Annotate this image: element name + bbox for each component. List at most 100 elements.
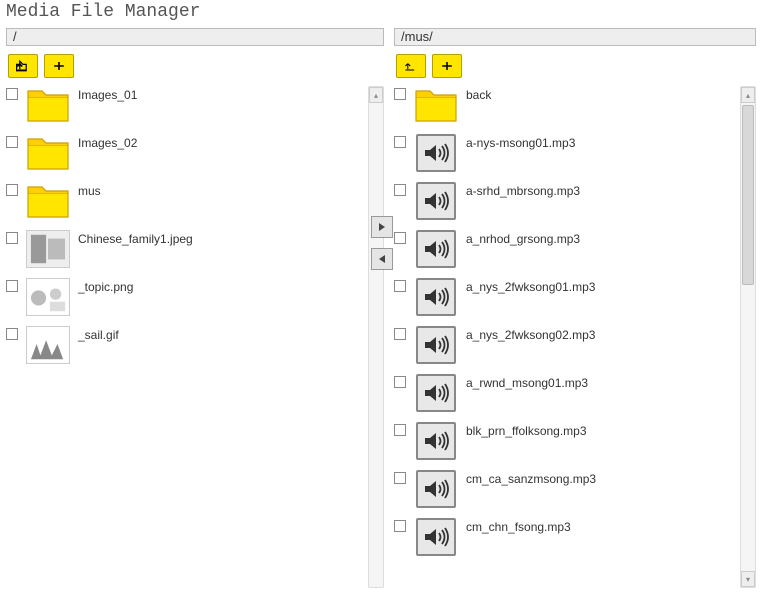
item-label: cm_ca_sanzmsong.mp3 (466, 470, 596, 486)
audio-thumb[interactable] (414, 278, 458, 316)
up-folder-button[interactable] (8, 54, 38, 78)
folder-icon (414, 87, 458, 123)
audio-icon (416, 326, 456, 364)
item-label: a_nrhod_grsong.mp3 (466, 230, 580, 246)
item-checkbox[interactable] (6, 88, 18, 100)
item-checkbox[interactable] (394, 136, 406, 148)
image-thumb[interactable] (26, 230, 70, 268)
list-item[interactable]: _sail.gif (6, 326, 362, 364)
item-checkbox[interactable] (394, 376, 406, 388)
item-checkbox[interactable] (394, 184, 406, 196)
left-toolbar (6, 46, 384, 86)
list-item[interactable]: Images_02 (6, 134, 362, 172)
folder-thumb[interactable] (26, 182, 70, 220)
left-scrollbar[interactable]: ▴ (368, 86, 384, 588)
item-checkbox[interactable] (394, 520, 406, 532)
scroll-down-icon[interactable]: ▾ (741, 571, 755, 587)
item-label: cm_chn_fsong.mp3 (466, 518, 571, 534)
audio-icon (416, 278, 456, 316)
transfer-buttons (371, 216, 393, 270)
scroll-up-icon[interactable]: ▴ (369, 87, 383, 103)
item-label: Images_01 (78, 86, 137, 102)
new-folder-button[interactable] (432, 54, 462, 78)
item-checkbox[interactable] (6, 280, 18, 292)
image-thumbnail (26, 278, 70, 316)
audio-thumb[interactable] (414, 134, 458, 172)
list-item[interactable]: a_nrhod_grsong.mp3 (394, 230, 734, 268)
audio-icon (416, 518, 456, 556)
list-item[interactable]: _topic.png (6, 278, 362, 316)
audio-thumb[interactable] (414, 422, 458, 460)
up-folder-button[interactable] (396, 54, 426, 78)
list-item[interactable]: back (394, 86, 734, 124)
item-checkbox[interactable] (394, 424, 406, 436)
right-toolbar (394, 46, 756, 86)
new-folder-button[interactable] (44, 54, 74, 78)
list-item[interactable]: a_nys_2fwksong01.mp3 (394, 278, 734, 316)
item-checkbox[interactable] (394, 472, 406, 484)
audio-icon (416, 422, 456, 460)
right-path-bar[interactable]: /mus/ (394, 28, 756, 46)
list-item[interactable]: a-nys-msong01.mp3 (394, 134, 734, 172)
image-thumb[interactable] (26, 326, 70, 364)
audio-icon (416, 134, 456, 172)
audio-thumb[interactable] (414, 374, 458, 412)
list-item[interactable]: cm_ca_sanzmsong.mp3 (394, 470, 734, 508)
page-title: Media File Manager (0, 0, 763, 28)
item-label: back (466, 86, 491, 102)
item-label: blk_prn_ffolksong.mp3 (466, 422, 587, 438)
item-checkbox[interactable] (394, 280, 406, 292)
item-checkbox[interactable] (394, 88, 406, 100)
list-item[interactable]: a_rwnd_msong01.mp3 (394, 374, 734, 412)
move-left-button[interactable] (371, 248, 393, 270)
item-checkbox[interactable] (6, 328, 18, 340)
item-label: _topic.png (78, 278, 133, 294)
audio-thumb[interactable] (414, 470, 458, 508)
audio-thumb[interactable] (414, 326, 458, 364)
list-item[interactable]: mus (6, 182, 362, 220)
triangle-left-icon (377, 254, 387, 264)
folder-icon (26, 183, 70, 219)
item-checkbox[interactable] (6, 136, 18, 148)
list-item[interactable]: a-srhd_mbrsong.mp3 (394, 182, 734, 220)
audio-icon (416, 230, 456, 268)
list-item[interactable]: blk_prn_ffolksong.mp3 (394, 422, 734, 460)
audio-thumb[interactable] (414, 230, 458, 268)
left-file-list: Images_01 Images_02mus Chinese_family1.jpe… (6, 86, 366, 588)
folder-thumb[interactable] (414, 86, 458, 124)
folder-icon (26, 87, 70, 123)
list-item[interactable]: Chinese_family1.jpeg (6, 230, 362, 268)
image-thumbnail (26, 326, 70, 364)
right-scrollbar[interactable]: ▴ ▾ (740, 86, 756, 588)
right-file-list: back a-nys-msong01.mp3 a-srhd_mbrsong.mp3a… (394, 86, 738, 588)
item-label: Chinese_family1.jpeg (78, 230, 193, 246)
folder-thumb[interactable] (26, 134, 70, 172)
list-item[interactable]: a_nys_2fwksong02.mp3 (394, 326, 734, 364)
audio-thumb[interactable] (414, 182, 458, 220)
move-right-button[interactable] (371, 216, 393, 238)
item-label: a_nys_2fwksong02.mp3 (466, 326, 595, 342)
folder-thumb[interactable] (26, 86, 70, 124)
item-label: a_nys_2fwksong01.mp3 (466, 278, 595, 294)
item-checkbox[interactable] (6, 232, 18, 244)
folder-icon (26, 135, 70, 171)
image-thumb[interactable] (26, 278, 70, 316)
list-item[interactable]: Images_01 (6, 86, 362, 124)
scroll-thumb[interactable] (742, 105, 754, 285)
right-pane: /mus/ back a-nys-msong01.mp3 a-srhd_mbrson… (394, 28, 756, 588)
item-checkbox[interactable] (394, 328, 406, 340)
item-label: Images_02 (78, 134, 137, 150)
scroll-up-icon[interactable]: ▴ (741, 87, 755, 103)
item-label: a-nys-msong01.mp3 (466, 134, 575, 150)
audio-icon (416, 182, 456, 220)
item-label: a_rwnd_msong01.mp3 (466, 374, 588, 390)
audio-thumb[interactable] (414, 518, 458, 556)
item-checkbox[interactable] (6, 184, 18, 196)
item-checkbox[interactable] (394, 232, 406, 244)
left-pane: / Images_01 Images_02mus Chinese_family1.j… (6, 28, 384, 588)
plus-icon (51, 59, 67, 73)
list-item[interactable]: cm_chn_fsong.mp3 (394, 518, 734, 556)
left-path-bar[interactable]: / (6, 28, 384, 46)
item-label: _sail.gif (78, 326, 119, 342)
triangle-right-icon (377, 222, 387, 232)
